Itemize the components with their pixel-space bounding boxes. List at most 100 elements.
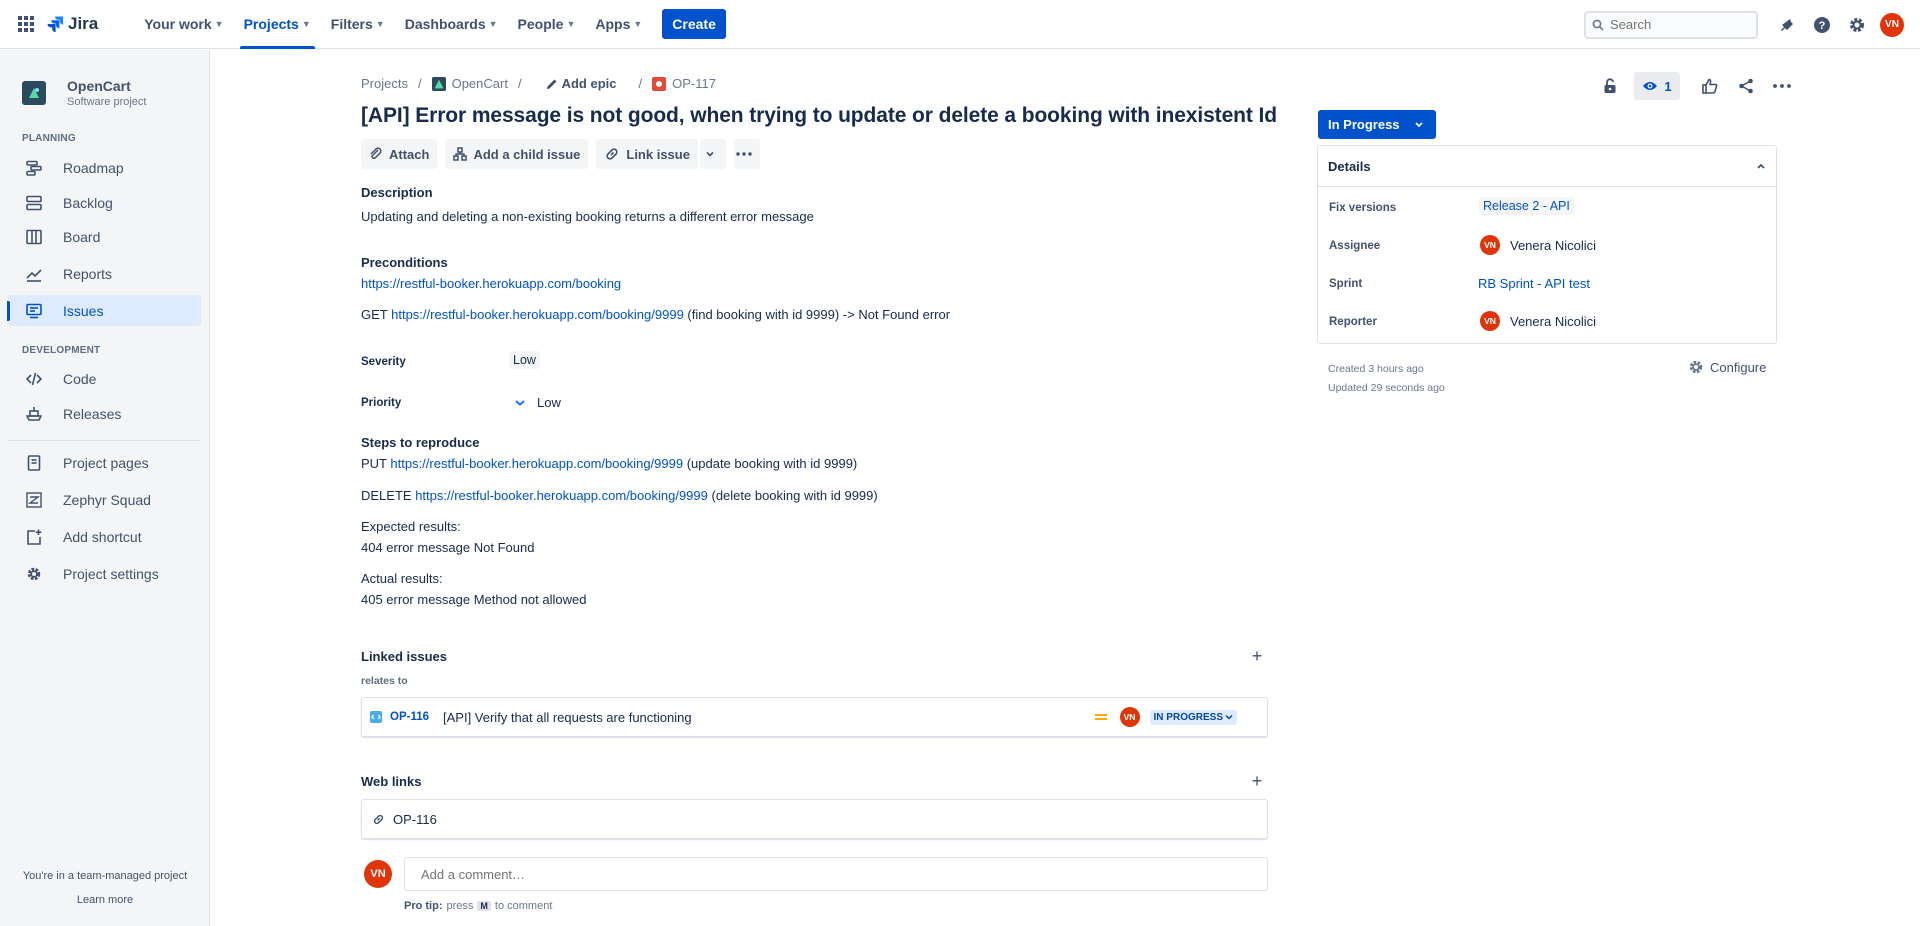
child-issue-icon [453,147,468,161]
more-horizontal-icon[interactable] [1766,70,1798,102]
status-dropdown-button[interactable]: In Progress [1318,110,1436,139]
linked-issue-status[interactable]: IN PROGRESS [1149,709,1237,725]
profile-avatar[interactable]: VN [1876,9,1908,41]
more-horizontal-icon [736,152,752,156]
add-epic-button[interactable]: Add epic [546,76,617,91]
fix-version-lozenge[interactable]: Release 2 - API [1479,197,1574,215]
create-button[interactable]: Create [662,9,726,39]
breadcrumb-separator: / [517,76,522,91]
nav-dashboards[interactable]: Dashboards ▼ [397,0,506,49]
web-link-text[interactable]: OP-116 [393,812,437,827]
sidebar-item-code[interactable]: Code [8,363,201,394]
sprint-link[interactable]: RB Sprint - API test [1478,276,1590,291]
add-child-issue-button[interactable]: Add a child issue [445,139,589,169]
chevron-down-icon: ▼ [375,19,385,29]
sidebar-item-backlog[interactable]: Backlog [8,187,201,218]
description-text[interactable]: Updating and deleting a non-existing boo… [361,209,814,224]
precondition-link[interactable]: https://restful-booker.herokuapp.com/boo… [361,276,621,291]
comment-input[interactable] [404,857,1268,891]
share-icon[interactable] [1730,70,1762,102]
settings-gear-icon[interactable] [1841,9,1873,41]
help-icon[interactable]: ? [1806,9,1838,41]
updated-date: Updated 29 seconds ago [1328,382,1445,394]
expected-results-label: Expected results: [361,519,461,534]
code-icon [24,369,44,389]
configure-button[interactable]: Configure [1688,359,1766,375]
search-box[interactable] [1584,10,1758,39]
linked-issue-key[interactable]: OP-116 [390,711,429,723]
details-panel: Details Fix versions Release 2 - API Ass… [1317,145,1777,344]
project-header[interactable]: OpenCart Software project [0,50,209,108]
avatar: VN [364,860,392,888]
learn-more-link[interactable]: Learn more [77,894,133,906]
nav-your-work[interactable]: Your work ▼ [136,0,231,49]
settings-gear-icon [1689,360,1703,374]
nav-projects[interactable]: Projects ▼ [236,0,319,49]
sidebar-item-roadmap[interactable]: Roadmap [8,152,201,183]
web-link-row[interactable]: OP-116 [361,799,1268,839]
chevron-down-icon: ▼ [214,19,224,29]
linked-issue-row[interactable]: OP-116 [API] Verify that all requests ar… [361,697,1268,737]
linked-issue-summary[interactable]: [API] Verify that all requests are funct… [443,710,1094,725]
severity-label: Severity [361,356,406,368]
sidebar-footer: You're in a team-managed project Learn m… [0,870,210,906]
sidebar-item-issues[interactable]: Issues [7,295,201,326]
fix-versions-label: Fix versions [1329,202,1397,214]
sidebar-item-project-settings[interactable]: Project settings [8,558,201,589]
more-actions-button[interactable] [733,139,760,169]
link-issue-dropdown[interactable] [699,139,726,169]
sidebar-item-zephyr-squad[interactable]: Zephyr Squad [8,484,201,515]
project-sidebar: OpenCart Software project PLANNING Roadm… [0,50,210,926]
priority-text: Low [537,395,561,410]
link-issue-button[interactable]: Link issue [596,139,698,169]
task-icon [370,711,382,723]
avatar: VN [1480,235,1500,255]
sprint-value[interactable]: RB Sprint - API test [1478,276,1590,291]
put-request-link[interactable]: https://restful-booker.herokuapp.com/boo… [390,456,683,471]
like-thumbs-up-icon[interactable] [1694,70,1726,102]
top-right-tools: ? VN [1584,0,1908,49]
breadcrumb-projects[interactable]: Projects [361,76,408,91]
add-shortcut-icon [24,527,44,547]
severity-value[interactable]: Low [509,351,540,369]
assignee-value[interactable]: VN Venera Nicolici [1480,235,1596,255]
watch-button[interactable]: 1 [1634,72,1680,100]
nav-apps[interactable]: Apps ▼ [587,0,650,49]
paperclip-icon [370,147,382,160]
add-linked-issue-plus-icon[interactable]: + [1247,646,1267,666]
sidebar-item-project-pages[interactable]: Project pages [8,447,201,478]
priority-value[interactable]: Low [514,395,561,410]
link-issue-label: Link issue [626,146,690,162]
breadcrumb-project[interactable]: OpenCart [431,76,508,91]
roadmap-icon [24,158,44,178]
notifications-icon[interactable] [1771,9,1803,41]
sidebar-item-board[interactable]: Board [8,221,201,252]
board-icon [24,227,44,247]
lock-icon[interactable] [1594,70,1626,102]
bug-icon [652,76,667,91]
nav-filters[interactable]: Filters ▼ [323,0,393,49]
sidebar-item-add-shortcut[interactable]: Add shortcut [8,521,201,552]
zephyr-icon [24,490,44,510]
project-name: OpenCart [67,78,131,94]
backlog-icon [24,193,44,213]
search-input[interactable] [1610,17,1740,32]
fix-versions-value[interactable]: Release 2 - API [1479,197,1574,215]
nav-people[interactable]: People ▼ [510,0,584,49]
app-switcher-icon[interactable] [10,8,42,40]
details-header[interactable]: Details [1318,146,1776,187]
issue-title[interactable]: [API] Error message is not good, when tr… [361,104,1277,128]
project-avatar-icon [431,76,446,91]
sidebar-item-reports[interactable]: Reports [8,258,201,289]
add-web-link-plus-icon[interactable]: + [1247,771,1267,791]
delete-request-link[interactable]: https://restful-booker.herokuapp.com/boo… [415,488,708,503]
attach-button[interactable]: Attach [361,139,438,169]
created-date: Created 3 hours ago [1328,363,1424,375]
settings-gear-icon [24,564,44,584]
breadcrumb-issue[interactable]: OP-117 [652,76,716,91]
jira-logo[interactable]: Jira [46,14,98,34]
get-request-link[interactable]: https://restful-booker.herokuapp.com/boo… [391,307,684,322]
reporter-value[interactable]: VN Venera Nicolici [1480,311,1596,331]
svg-text:?: ? [1819,20,1826,32]
sidebar-item-releases[interactable]: Releases [8,398,201,429]
